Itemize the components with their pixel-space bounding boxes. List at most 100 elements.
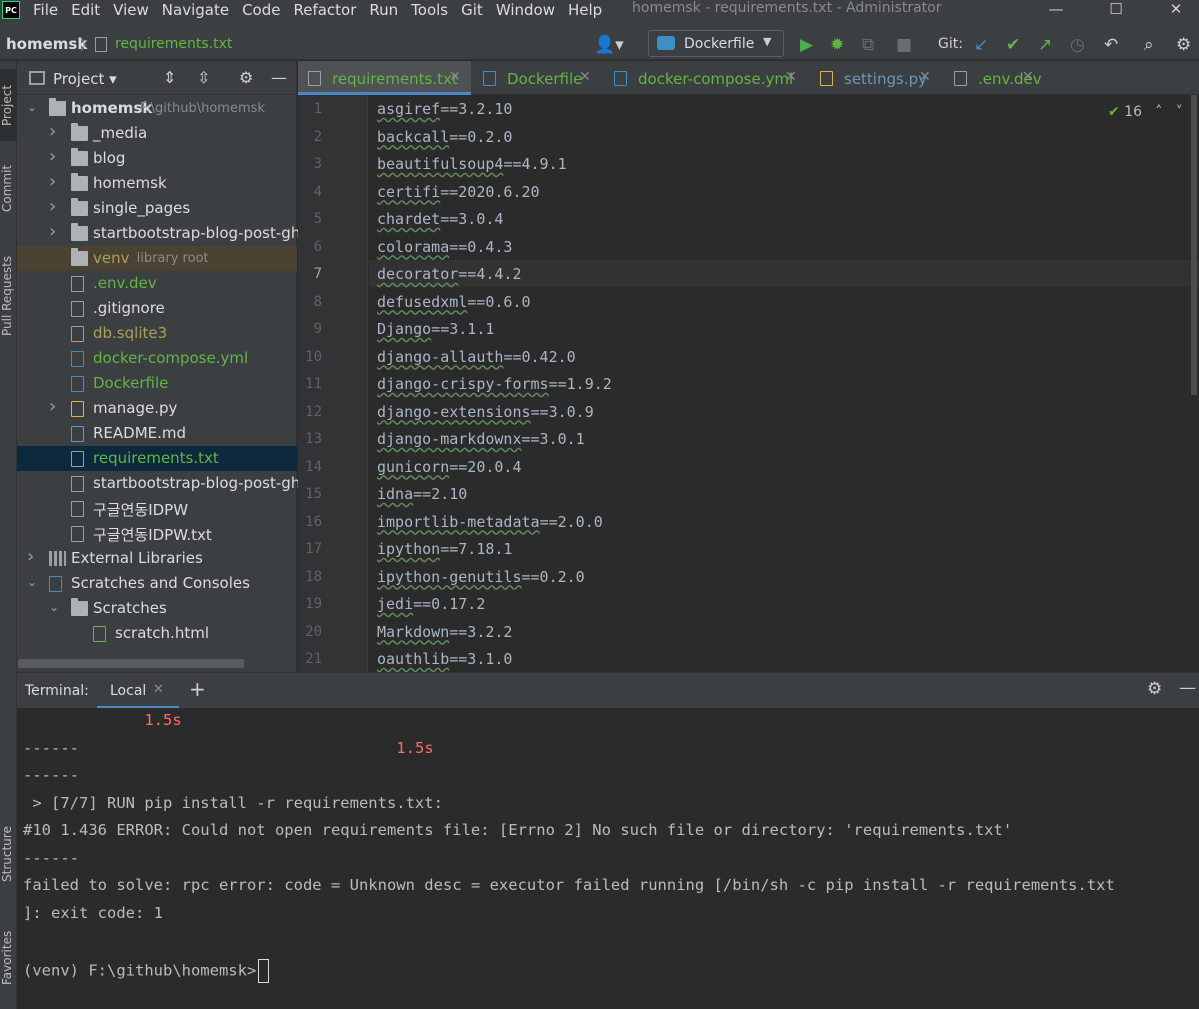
editor-tab[interactable]: Dockerfile ✕	[473, 61, 601, 95]
code-line[interactable]: Django==3.1.1	[377, 320, 494, 338]
editor-area[interactable]: 1 2 3 4 5 6 7 8 9 10 11 12 13 14 15 16 17 18 19 20 21 asgire…	[298, 95, 1199, 672]
tree-item[interactable]: ⌄ homemsk F:\github\homemsk	[17, 96, 297, 121]
terminal-output[interactable]: 1.5s ------ 1.5s ------ > [7/7] RUN pip in…	[17, 708, 1199, 1009]
chevron-right-icon[interactable]: ›	[49, 196, 56, 217]
code-line[interactable]: ipython==7.18.1	[377, 540, 512, 558]
chevron-right-icon[interactable]: ›	[49, 146, 56, 167]
project-view-select[interactable]: Project ▾	[53, 70, 117, 88]
editor-tab[interactable]: settings.py ✕	[810, 61, 941, 95]
maximize-button[interactable]: ☐	[1096, 0, 1136, 20]
chevron-right-icon[interactable]: ›	[49, 221, 56, 242]
menu-refactor[interactable]: Refactor	[293, 1, 356, 19]
git-push-icon[interactable]: ↗	[1038, 35, 1052, 55]
minimize-button[interactable]: —	[1036, 0, 1076, 20]
run-icon[interactable]: ▶	[800, 35, 813, 55]
tree-item[interactable]: ⌄ Scratches	[17, 596, 297, 621]
tree-item[interactable]: requirements.txt	[17, 446, 297, 471]
editor-tab[interactable]: docker-compose.yml ✕	[604, 61, 807, 95]
tree-item[interactable]: venv library root	[17, 246, 297, 271]
tree-item[interactable]: startbootstrap-blog-post-gh-p	[17, 471, 315, 496]
code-line[interactable]: gunicorn==20.0.4	[377, 458, 522, 476]
terminal-cursor[interactable]	[258, 958, 270, 983]
code-line[interactable]: colorama==0.4.3	[377, 238, 512, 256]
tree-item[interactable]: README.md	[17, 421, 297, 446]
code-line[interactable]: beautifulsoup4==4.9.1	[377, 155, 567, 173]
tree-item[interactable]: › blog	[17, 146, 297, 171]
new-terminal-icon[interactable]: +	[189, 677, 206, 701]
editor-scrollbar[interactable]	[1191, 95, 1197, 395]
tree-item[interactable]: 구글연동IDPW.txt	[17, 521, 297, 546]
tree-item[interactable]: ⌄ Scratches and Consoles	[17, 571, 297, 596]
search-icon[interactable]: ⌕	[1144, 35, 1154, 55]
close-tab-icon[interactable]: ✕	[449, 69, 461, 85]
chevron-down-icon[interactable]: ⌄	[49, 600, 59, 614]
tree-item[interactable]: db.sqlite3	[17, 321, 297, 346]
close-tab-icon[interactable]: ✕	[153, 682, 164, 697]
settings-gear-icon[interactable]: ⚙	[1176, 35, 1191, 55]
tree-item[interactable]: .gitignore	[17, 296, 297, 321]
code-line[interactable]: backcall==0.2.0	[377, 128, 512, 146]
stop-icon[interactable]: ■	[896, 35, 912, 55]
code-line[interactable]: django-allauth==0.42.0	[377, 348, 576, 366]
code-line[interactable]: decorator==4.4.2	[377, 265, 522, 283]
close-tab-icon[interactable]: ✕	[785, 69, 797, 85]
code-line[interactable]: certifi==2020.6.20	[377, 183, 540, 201]
run-configuration-select[interactable]: Dockerfile ▼	[648, 30, 784, 57]
editor-tab[interactable]: requirements.txt ✕	[298, 61, 471, 95]
code-line[interactable]: ipython-genutils==0.2.0	[377, 568, 585, 586]
tool-tab-structure[interactable]: Structure	[0, 809, 17, 899]
code-line[interactable]: oauthlib==3.1.0	[377, 650, 512, 668]
menu-edit[interactable]: Edit	[71, 1, 100, 19]
menu-help[interactable]: Help	[568, 1, 602, 19]
tree-item[interactable]: › External Libraries	[17, 546, 297, 571]
chevron-right-icon[interactable]: ›	[49, 121, 56, 142]
hide-panel-icon[interactable]: —	[271, 68, 287, 87]
code-line[interactable]: asgiref==3.2.10	[377, 100, 512, 118]
git-update-icon[interactable]: ↙	[974, 35, 988, 55]
code-line[interactable]: idna==2.10	[377, 485, 467, 503]
close-tab-icon[interactable]: ✕	[919, 69, 931, 85]
project-horizontal-scrollbar[interactable]	[18, 659, 244, 668]
menu-run[interactable]: Run	[369, 1, 398, 19]
chevron-right-icon[interactable]: ›	[49, 171, 56, 192]
menu-code[interactable]: Code	[242, 1, 280, 19]
close-tab-icon[interactable]: ✕	[579, 69, 591, 85]
tree-item[interactable]: › homemsk	[17, 171, 297, 196]
tree-item[interactable]: › startbootstrap-blog-post-gh-p	[17, 221, 315, 246]
tree-item[interactable]: › manage.py	[17, 396, 297, 421]
inspection-widget[interactable]: ✔ 16 ˄ ˅	[1108, 104, 1183, 120]
pycharm-app-icon[interactable]: PC	[2, 1, 20, 19]
debug-icon[interactable]: ✹	[830, 35, 844, 55]
rollback-icon[interactable]: ↶	[1104, 35, 1118, 55]
chevron-right-icon[interactable]: ›	[27, 546, 34, 567]
menu-window[interactable]: Window	[496, 1, 555, 19]
terminal-settings-icon[interactable]: ⚙	[1147, 679, 1162, 699]
chevron-down-icon[interactable]: ⌄	[27, 100, 37, 114]
close-window-button[interactable]: ✕	[1156, 0, 1196, 20]
tree-item[interactable]: 구글연동IDPW	[17, 496, 297, 521]
editor-tab[interactable]: .env.dev ✕	[944, 61, 1044, 95]
tree-item[interactable]: docker-compose.yml	[17, 346, 297, 371]
code-line[interactable]: django-crispy-forms==1.9.2	[377, 375, 612, 393]
breadcrumb-file[interactable]: requirements.txt	[115, 36, 232, 52]
panel-settings-icon[interactable]: ⚙	[239, 68, 253, 87]
menu-navigate[interactable]: Navigate	[162, 1, 229, 19]
menu-view[interactable]: View	[113, 1, 149, 19]
code-line[interactable]: django-extensions==3.0.9	[377, 403, 594, 421]
expand-all-icon[interactable]: ⇕	[163, 68, 176, 87]
tree-item[interactable]: .env.dev	[17, 271, 297, 296]
code-line[interactable]: defusedxml==0.6.0	[377, 293, 531, 311]
tool-tab-commit[interactable]: Commit	[0, 153, 17, 223]
coverage-icon[interactable]: ⧉	[862, 35, 874, 55]
tool-tab-project[interactable]: Project	[0, 69, 17, 141]
user-icon[interactable]: 👤▾	[594, 35, 624, 55]
collapse-all-icon[interactable]: ⇳	[197, 68, 210, 87]
code-line[interactable]: Markdown==3.2.2	[377, 623, 512, 641]
chevron-right-icon[interactable]: ›	[49, 396, 56, 417]
code-line[interactable]: chardet==3.0.4	[377, 210, 503, 228]
menu-file[interactable]: File	[33, 1, 58, 19]
tool-tab-favorites[interactable]: Favorites	[0, 913, 17, 1003]
terminal-tab-local[interactable]: Local ✕	[97, 673, 179, 709]
code-line[interactable]: django-markdownx==3.0.1	[377, 430, 585, 448]
git-history-icon[interactable]: ◷	[1070, 35, 1085, 55]
